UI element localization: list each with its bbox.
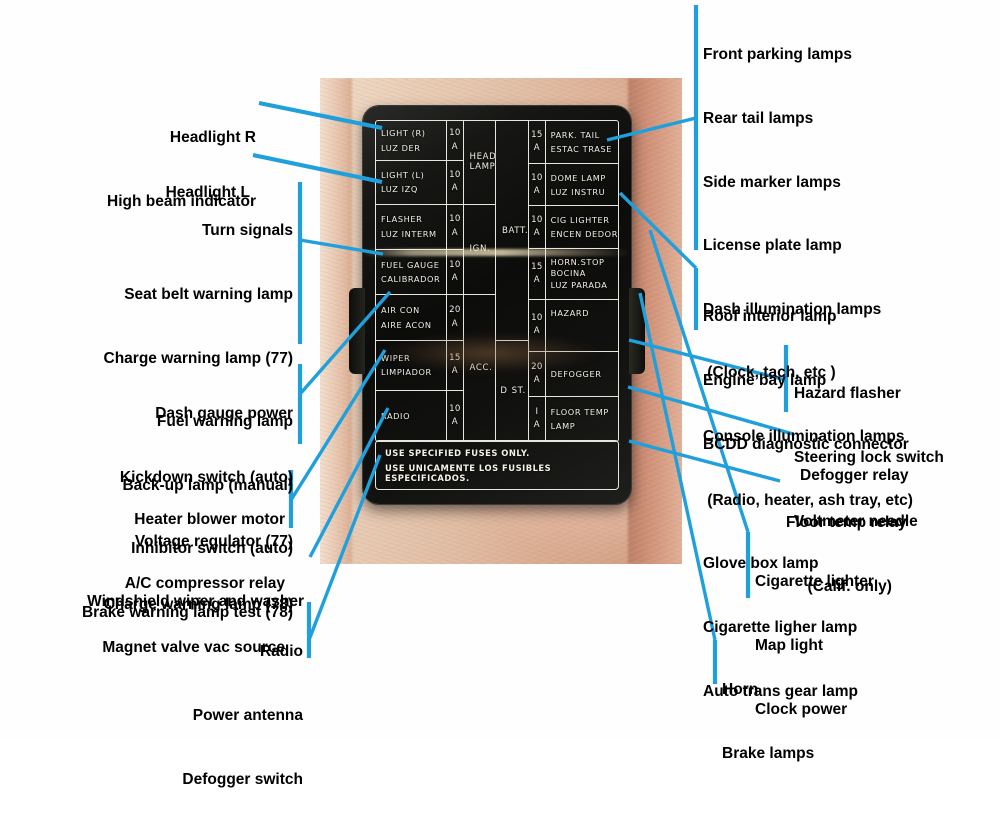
callout-line: Seat belt warning lamp — [124, 286, 293, 304]
leader-dash-gauge — [298, 290, 392, 396]
leader-park-tail — [606, 116, 697, 142]
callout-horn-group: Horn Brake lamps — [722, 637, 922, 807]
annotated-diagram-canvas: LIGHT (R) LUZ DER LIGHT (L) LUZ IZQ FLAS… — [0, 0, 1000, 788]
callout-line: Horn — [722, 681, 759, 699]
leader-radio — [307, 454, 382, 641]
callout-line: Front parking lamps — [703, 46, 852, 64]
callout-line: Cigarette lighter — [755, 573, 874, 591]
callout-line: Power antenna — [192, 707, 303, 725]
callout-line: Heater blower motor — [134, 511, 285, 529]
callout-line: Defogger switch — [182, 770, 303, 788]
callout-line: Radio — [259, 643, 303, 661]
callout-line: Dash gauge power — [155, 405, 293, 423]
callout-line: Rear tail lamps — [703, 110, 814, 128]
callout-line: Side marker lamps — [703, 173, 841, 191]
callout-radio-group: Radio Power antenna Defogger switch — [0, 599, 303, 832]
leader-headlight-r — [258, 100, 383, 131]
callout-line: Brake lamps — [722, 745, 815, 763]
callout-line: Roof interior lamp — [703, 308, 837, 326]
callout-line: License plate lamp — [703, 237, 842, 255]
callout-line: Turn signals — [201, 222, 293, 240]
leader-turn-signals — [299, 238, 384, 256]
callout-line: Hazard flasher — [794, 385, 901, 403]
